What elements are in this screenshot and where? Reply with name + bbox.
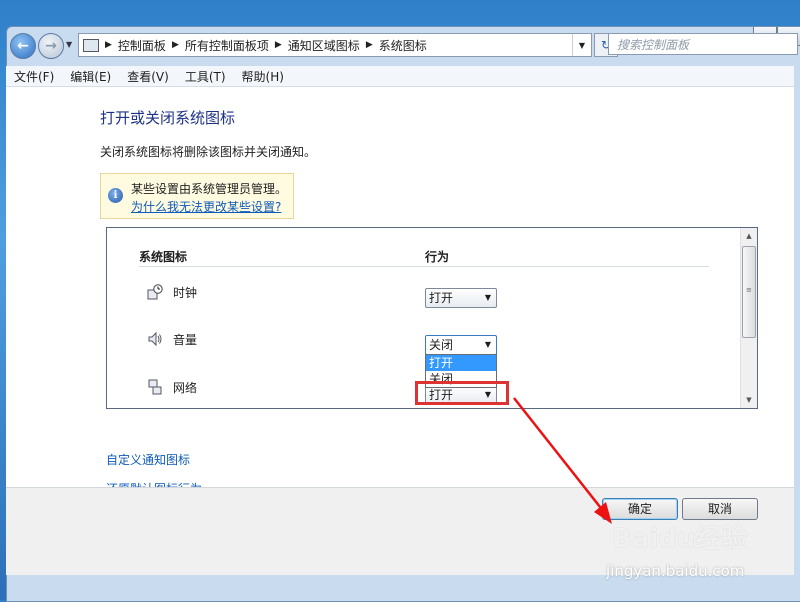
header-divider (139, 266, 709, 267)
forward-arrow-icon: → (45, 38, 57, 54)
menu-view[interactable]: 查看(V) (119, 68, 177, 85)
volume-select-value: 关闭 (429, 338, 454, 352)
scroll-thumb[interactable]: ≡ (742, 246, 756, 338)
scroll-up-icon[interactable]: ▲ (741, 228, 757, 244)
breadcrumb-notification-icons[interactable]: 通知区域图标 (284, 37, 364, 54)
menu-bar: 文件(F) 编辑(E) 查看(V) 工具(T) 帮助(H) (6, 66, 794, 87)
column-header-icon: 系统图标 (139, 250, 188, 264)
volume-icon (148, 331, 162, 347)
computer-icon (83, 38, 99, 52)
search-input[interactable]: 搜索控制面板 (608, 33, 798, 55)
menu-file[interactable]: 文件(F) (6, 68, 62, 85)
row-label-volume: 音量 (173, 333, 198, 347)
breadcrumb-all-items[interactable]: 所有控制面板项 (181, 37, 273, 54)
address-dropdown-icon[interactable]: ▼ (571, 34, 591, 56)
row-label-network: 网络 (173, 381, 198, 395)
breadcrumb-system-icons[interactable]: 系统图标 (375, 37, 431, 54)
grip-icon: ≡ (746, 286, 752, 294)
forward-button[interactable]: → (38, 33, 64, 59)
info-icon: i (108, 188, 123, 203)
admin-info-box: i 某些设置由系统管理员管理。 为什么我无法更改某些设置? (100, 173, 294, 219)
column-header-behavior: 行为 (425, 250, 450, 264)
cancel-button[interactable]: 取消 (682, 498, 758, 520)
back-arrow-icon: ← (17, 38, 29, 54)
page-description: 关闭系统图标将删除该图标并关闭通知。 (100, 145, 317, 159)
menu-help[interactable]: 帮助(H) (234, 68, 292, 85)
breadcrumb-control-panel[interactable]: 控制面板 (114, 37, 170, 54)
why-cant-change-link[interactable]: 为什么我无法更改某些设置? (131, 198, 281, 215)
ok-button[interactable]: 确定 (602, 498, 678, 520)
recent-pages-dropdown[interactable]: ▼ (66, 40, 72, 49)
chevron-right-icon[interactable]: ▶ (273, 40, 284, 50)
clock-behavior-select[interactable]: 打开 ▼ (425, 288, 497, 308)
row-label-clock: 时钟 (173, 286, 198, 300)
network-icon (148, 379, 162, 395)
customize-notification-icons-link[interactable]: 自定义通知图标 (106, 451, 190, 468)
clock-icon (147, 284, 163, 300)
chevron-right-icon[interactable]: ▶ (170, 40, 181, 50)
clock-select-value: 打开 (429, 291, 454, 305)
annotation-highlight-box (415, 381, 509, 405)
content-area: 打开或关闭系统图标 关闭系统图标将删除该图标并关闭通知。 i 某些设置由系统管理… (6, 87, 794, 496)
volume-behavior-select[interactable]: 关闭 ▼ (425, 335, 497, 355)
chevron-down-icon: ▼ (484, 340, 491, 349)
menu-edit[interactable]: 编辑(E) (62, 68, 119, 85)
page-title: 打开或关闭系统图标 (100, 109, 236, 127)
address-field[interactable]: ▶ 控制面板 ▶ 所有控制面板项 ▶ 通知区域图标 ▶ 系统图标 ▼ (78, 33, 592, 57)
menu-tools[interactable]: 工具(T) (177, 68, 234, 85)
chevron-right-icon[interactable]: ▶ (364, 40, 375, 50)
scroll-down-icon[interactable]: ▼ (741, 392, 757, 408)
info-text: 某些设置由系统管理员管理。 (131, 182, 288, 196)
dropdown-option-on[interactable]: 打开 (426, 355, 496, 371)
address-bar-row: ← → ▼ ▶ 控制面板 ▶ 所有控制面板项 ▶ 通知区域图标 ▶ 系统图标 ▼… (6, 30, 798, 60)
baidu-watermark-logo: Baidu经验 (612, 524, 748, 554)
chevron-right-icon[interactable]: ▶ (103, 40, 114, 50)
list-scrollbar[interactable]: ▲ ≡ ▼ (740, 228, 757, 408)
back-button[interactable]: ← (10, 33, 36, 59)
chevron-down-icon: ▼ (484, 293, 491, 302)
baidu-watermark-url: jingyan.baidu.com (606, 562, 745, 580)
